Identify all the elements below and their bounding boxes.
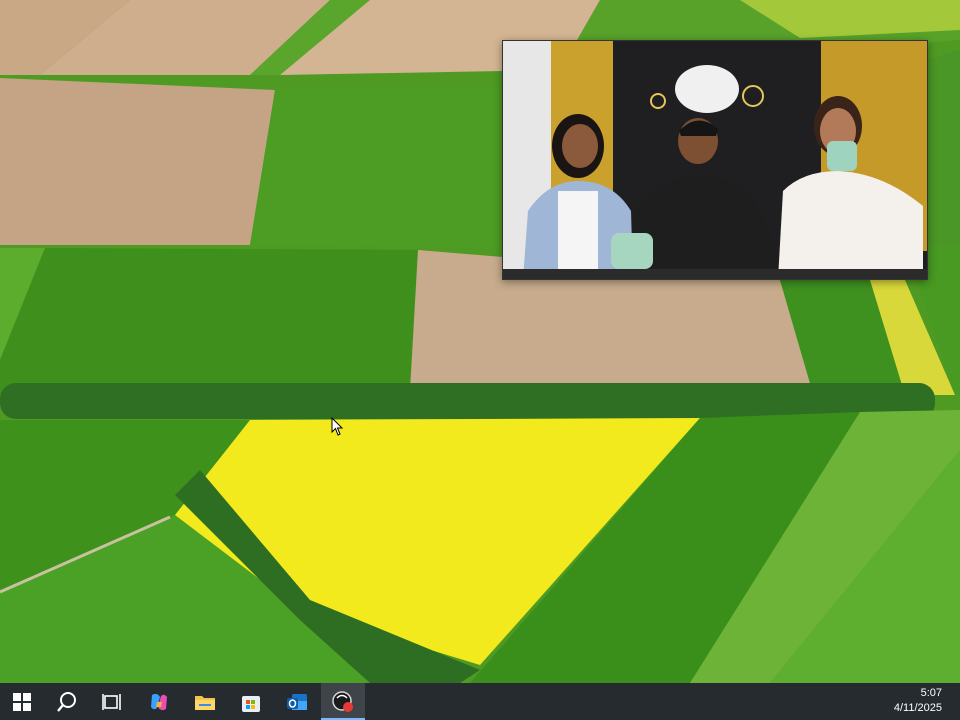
outlook-button[interactable]	[275, 683, 319, 720]
clock-date: 4/11/2025	[893, 702, 942, 714]
outlook-icon	[287, 693, 307, 710]
taskbar	[0, 683, 960, 720]
task-view-button[interactable]	[90, 683, 134, 720]
windows-logo-icon	[13, 692, 31, 711]
folder-icon	[195, 695, 215, 710]
task-view-icon	[102, 693, 121, 710]
video-frame	[503, 41, 927, 279]
store-icon	[242, 695, 260, 712]
screen-recorder-button[interactable]	[321, 683, 365, 720]
start-button[interactable]	[0, 683, 44, 720]
microsoft-store-button[interactable]	[229, 683, 273, 720]
desktop-wallpaper	[0, 0, 960, 683]
video-overlay[interactable]	[502, 40, 928, 280]
search-button[interactable]	[45, 683, 89, 720]
mouse-cursor-icon	[331, 417, 344, 436]
system-clock[interactable]: 5:07 4/11/2025	[882, 686, 942, 716]
copilot-button[interactable]	[137, 683, 181, 720]
recorder-icon	[332, 690, 353, 712]
search-icon	[57, 691, 76, 712]
file-explorer-button[interactable]	[183, 683, 227, 720]
copilot-icon	[151, 693, 167, 710]
clock-time: 5:07	[920, 687, 942, 699]
